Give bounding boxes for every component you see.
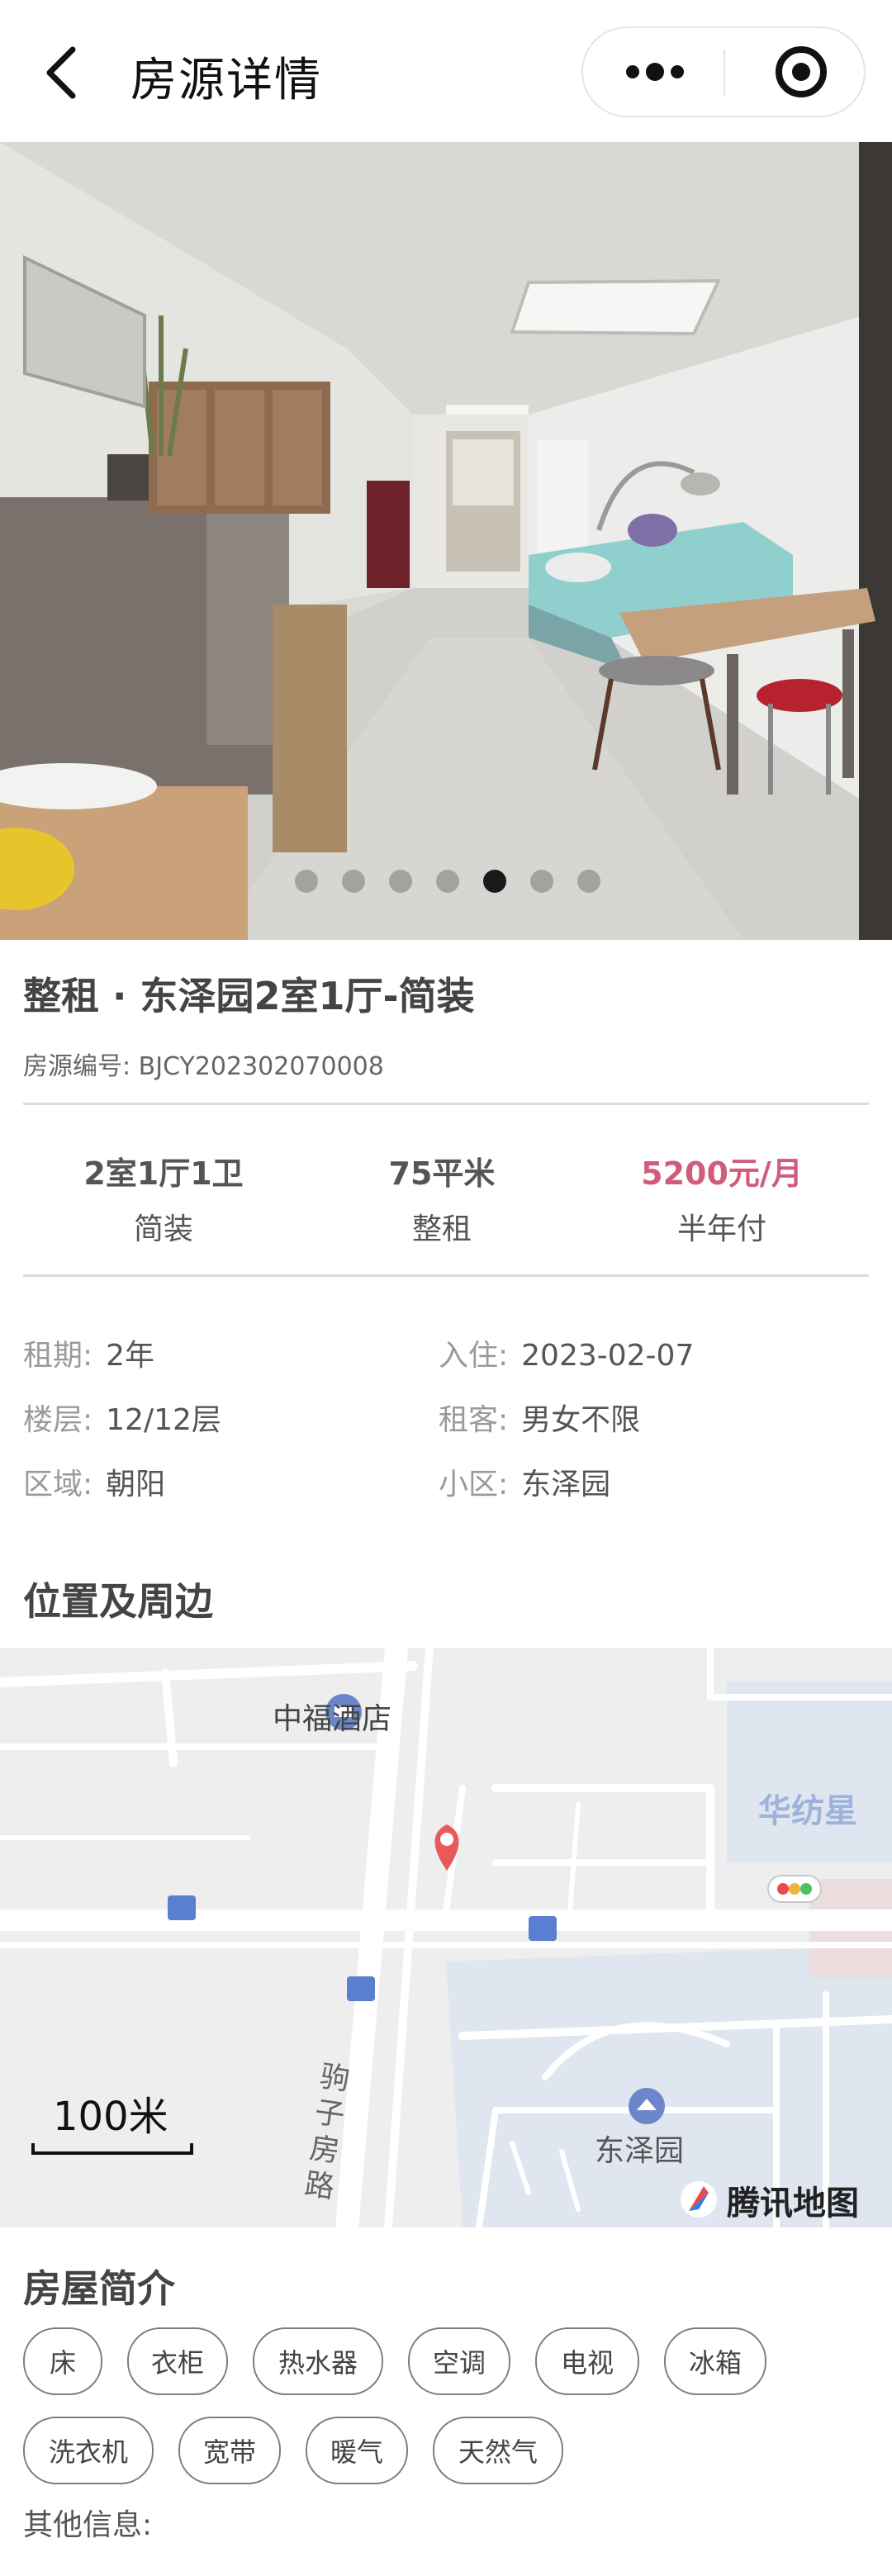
stat-price: 5200元/月 半年付 xyxy=(598,1148,846,1248)
amenity-tag: 衣柜 xyxy=(127,2327,228,2395)
stat-value: 75平米 xyxy=(388,1155,496,1192)
amenity-tag: 床 xyxy=(23,2327,102,2395)
chevron-left-icon xyxy=(46,46,76,99)
amenity-tag: 空调 xyxy=(408,2327,510,2395)
divider xyxy=(23,1274,869,1277)
close-mini-program-button[interactable] xyxy=(725,28,866,116)
stat-area: 75平米 整租 xyxy=(318,1148,566,1248)
info-key: 小区: xyxy=(439,1468,509,1501)
info-floor: 楼层: 12/12层 xyxy=(23,1396,221,1439)
gallery-indicator xyxy=(0,870,892,894)
amenity-tag: 洗衣机 xyxy=(23,2417,154,2484)
room-photo[interactable] xyxy=(0,142,892,940)
info-move-in: 入住: 2023-02-07 xyxy=(439,1331,694,1374)
more-button[interactable] xyxy=(583,28,724,116)
map-label-building: 华纺星 xyxy=(758,1792,857,1830)
gallery-dot[interactable] xyxy=(389,870,412,893)
info-tenant: 租客: 男女不限 xyxy=(439,1396,640,1439)
location-map[interactable]: 中福酒店 华纺星 东泽园 驹子房路 100米 腾讯地图 xyxy=(0,1648,892,2227)
back-button[interactable] xyxy=(36,40,89,106)
map-scale-label: 100米 xyxy=(53,2094,168,2140)
gallery-dot[interactable] xyxy=(342,870,365,893)
info-district: 区域: 朝阳 xyxy=(23,1460,165,1503)
gallery-dot[interactable] xyxy=(436,870,459,893)
info-value: 2年 xyxy=(106,1339,155,1373)
amenity-tag: 暖气 xyxy=(306,2417,408,2484)
gallery-dot[interactable] xyxy=(530,870,553,893)
info-value: 2023-02-07 xyxy=(521,1339,695,1373)
mini-program-capsule xyxy=(581,26,866,117)
stat-layout: 2室1厅1卫 简装 xyxy=(40,1148,287,1248)
stat-value-price: 5200元/月 xyxy=(641,1155,803,1192)
living-room-image xyxy=(0,142,892,940)
other-info-label: 其他信息: xyxy=(23,2508,153,2542)
map-label-hotel: 中福酒店 xyxy=(273,1702,392,1736)
target-circle-icon xyxy=(776,46,827,97)
stat-sub: 整租 xyxy=(411,1212,472,1246)
amenity-tag: 宽带 xyxy=(178,2417,281,2484)
map-brand-label: 腾讯地图 xyxy=(727,2185,859,2223)
gallery-dot-active[interactable] xyxy=(483,870,506,893)
location-heading: 位置及周边 xyxy=(23,1579,213,1624)
divider xyxy=(23,1103,869,1105)
info-community: 小区: 东泽园 xyxy=(439,1460,610,1503)
gallery-dot[interactable] xyxy=(295,870,318,893)
info-lease-term: 租期: 2年 xyxy=(23,1331,154,1374)
intro-heading: 房屋简介 xyxy=(23,2266,175,2311)
info-key: 区域: xyxy=(23,1468,93,1501)
map-label-community: 东泽园 xyxy=(595,2134,685,2168)
more-dots-icon xyxy=(626,63,684,81)
stat-sub: 半年付 xyxy=(676,1212,766,1246)
gallery-dot[interactable] xyxy=(577,870,600,893)
amenity-tag: 天然气 xyxy=(433,2417,563,2484)
amenity-tag: 冰箱 xyxy=(664,2327,766,2395)
top-nav-bar: 房源详情 xyxy=(0,0,892,142)
info-key: 租期: xyxy=(23,1339,93,1373)
stat-value: 2室1厅1卫 xyxy=(83,1155,244,1192)
info-value: 12/12层 xyxy=(106,1403,221,1437)
amenity-tag: 电视 xyxy=(535,2327,639,2395)
info-key: 楼层: xyxy=(23,1403,93,1437)
info-key: 入住: xyxy=(439,1339,509,1373)
listing-code: 房源编号: BJCY202302070008 xyxy=(23,1052,384,1081)
info-key: 租客: xyxy=(439,1403,509,1437)
info-value: 东泽园 xyxy=(521,1468,611,1501)
listing-title: 整租 · 东泽园2室1厅-简装 xyxy=(23,974,475,1018)
info-value: 男女不限 xyxy=(521,1403,641,1437)
stat-sub: 简装 xyxy=(133,1212,193,1246)
amenity-tag: 热水器 xyxy=(253,2327,383,2395)
info-value: 朝阳 xyxy=(106,1468,166,1501)
page-title: 房源详情 xyxy=(130,54,322,107)
